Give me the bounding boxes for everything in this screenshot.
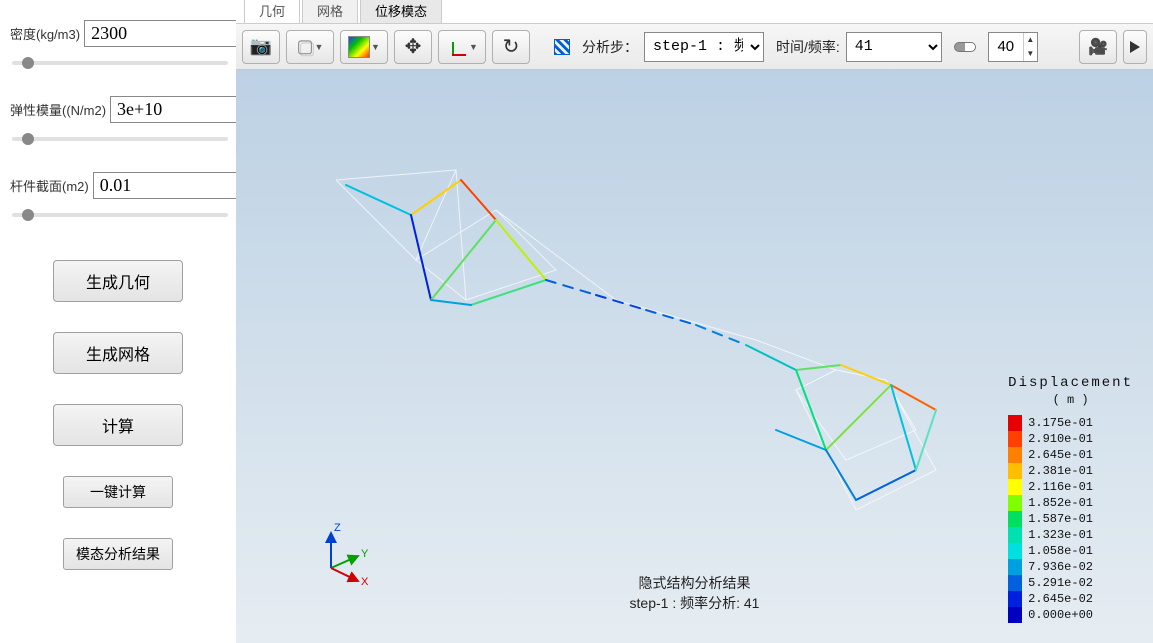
generate-geometry-button[interactable]: 生成几何 — [53, 260, 183, 302]
refresh-icon — [503, 34, 520, 59]
legend-swatch — [1008, 479, 1022, 495]
tab-bar: 几何 网格 位移模态 — [236, 0, 1153, 24]
legend-value: 5.291e-02 — [1028, 575, 1093, 591]
param-elastic-modulus: 弹性模量((N/m2) — [10, 96, 226, 144]
legend-value: 2.910e-01 — [1028, 431, 1093, 447]
time-freq-label: 时间/频率: — [776, 37, 840, 57]
param-density: 密度(kg/m3) — [10, 20, 226, 68]
legend-value: 1.058e-01 — [1028, 543, 1093, 559]
amplitude-spinner[interactable]: ▲ ▼ — [988, 32, 1038, 62]
axis-z-label: Z — [334, 522, 341, 534]
legend-swatch — [1008, 527, 1022, 543]
legend-value: 1.852e-01 — [1028, 495, 1093, 511]
axis-icon — [446, 36, 468, 58]
colormap-button[interactable]: ▼ — [340, 30, 388, 64]
sidebar: 密度(kg/m3) 弹性模量((N/m2) 杆件截面(m2) 生成几何 生成网格… — [0, 0, 236, 643]
orientation-triad: Z Y X — [316, 523, 376, 583]
param-label: 杆件截面(m2) — [10, 176, 89, 195]
legend-title: Displacement — [1008, 375, 1133, 391]
legend-unit: ( m ) — [1008, 393, 1133, 407]
colormap-icon — [348, 36, 370, 58]
density-slider[interactable] — [12, 61, 228, 65]
legend-value: 2.645e-02 — [1028, 591, 1093, 607]
reset-view-button[interactable] — [492, 30, 530, 64]
caption-line1: 隐式结构分析结果 — [630, 573, 760, 593]
caption-line2: step-1 : 频率分析: 41 — [630, 593, 760, 613]
legend-swatch — [1008, 415, 1022, 431]
screenshot-button[interactable] — [242, 30, 280, 64]
legend-swatch — [1008, 495, 1022, 511]
legend-swatch — [1008, 559, 1022, 575]
analysis-step-icon — [554, 39, 570, 55]
generate-mesh-button[interactable]: 生成网格 — [53, 332, 183, 374]
scale-icon — [954, 42, 976, 52]
legend-swatch — [1008, 591, 1022, 607]
param-label: 弹性模量((N/m2) — [10, 100, 106, 119]
legend-value: 0.000e+00 — [1028, 607, 1093, 623]
legend-swatch — [1008, 543, 1022, 559]
viewport-caption: 隐式结构分析结果 step-1 : 频率分析: 41 — [630, 573, 760, 613]
chevron-down-icon: ▼ — [371, 42, 380, 52]
chevron-down-icon: ▼ — [469, 42, 478, 52]
legend-swatch — [1008, 511, 1022, 527]
param-cross-section: 杆件截面(m2) — [10, 172, 226, 220]
legend-value: 7.936e-02 — [1028, 559, 1093, 575]
tab-mesh[interactable]: 网格 — [302, 0, 358, 23]
axis-y-label: Y — [361, 548, 369, 560]
one-click-compute-button[interactable]: 一键计算 — [63, 476, 173, 508]
spinner-down-button[interactable]: ▼ — [1023, 47, 1037, 61]
time-freq-select[interactable]: 41 — [846, 32, 942, 62]
toolbar: ▼ ▼ ▼ 分析步： step-1 : 频 时间/频率: 41 ▲ ▼ — [236, 24, 1153, 70]
analysis-step-label: 分析步： — [582, 37, 638, 57]
play-icon — [1130, 41, 1140, 53]
axis-orient-button[interactable]: ▼ — [438, 30, 486, 64]
cube-icon — [297, 36, 314, 57]
view-cube-button[interactable]: ▼ — [286, 30, 334, 64]
legend-value: 1.587e-01 — [1028, 511, 1093, 527]
compute-button[interactable]: 计算 — [53, 404, 183, 446]
param-label: 密度(kg/m3) — [10, 24, 80, 43]
tab-geometry[interactable]: 几何 — [244, 0, 300, 23]
color-legend: Displacement ( m ) 3.175e-012.910e-012.6… — [1008, 375, 1133, 623]
axis-x-label: X — [361, 576, 369, 588]
legend-value: 2.645e-01 — [1028, 447, 1093, 463]
amplitude-input[interactable] — [989, 37, 1023, 56]
legend-swatch — [1008, 431, 1022, 447]
legend-swatch — [1008, 607, 1022, 623]
play-button[interactable] — [1123, 30, 1147, 64]
elastic-modulus-slider[interactable] — [12, 137, 228, 141]
chevron-down-icon: ▼ — [315, 42, 324, 52]
tab-displacement-mode[interactable]: 位移模态 — [360, 0, 442, 23]
legend-swatch — [1008, 463, 1022, 479]
viewport-3d[interactable]: Z Y X 隐式结构分析结果 step-1 : 频率分析: 41 Displac… — [236, 70, 1153, 643]
legend-swatch — [1008, 447, 1022, 463]
legend-swatch — [1008, 575, 1022, 591]
legend-value: 2.116e-01 — [1028, 479, 1093, 495]
legend-value: 1.323e-01 — [1028, 527, 1093, 543]
video-camera-icon — [1088, 37, 1108, 57]
analysis-step-select[interactable]: step-1 : 频 — [644, 32, 764, 62]
move-icon — [405, 34, 422, 59]
spinner-up-button[interactable]: ▲ — [1023, 33, 1037, 47]
legend-value: 2.381e-01 — [1028, 463, 1093, 479]
legend-value: 3.175e-01 — [1028, 415, 1093, 431]
main-area: 几何 网格 位移模态 ▼ ▼ ▼ 分析步： step-1 : 频 时间/频率: … — [236, 0, 1153, 643]
record-button[interactable] — [1079, 30, 1117, 64]
camera-icon — [250, 36, 272, 57]
pan-button[interactable] — [394, 30, 432, 64]
cross-section-slider[interactable] — [12, 213, 228, 217]
modal-analysis-result-button[interactable]: 模态分析结果 — [63, 538, 173, 570]
